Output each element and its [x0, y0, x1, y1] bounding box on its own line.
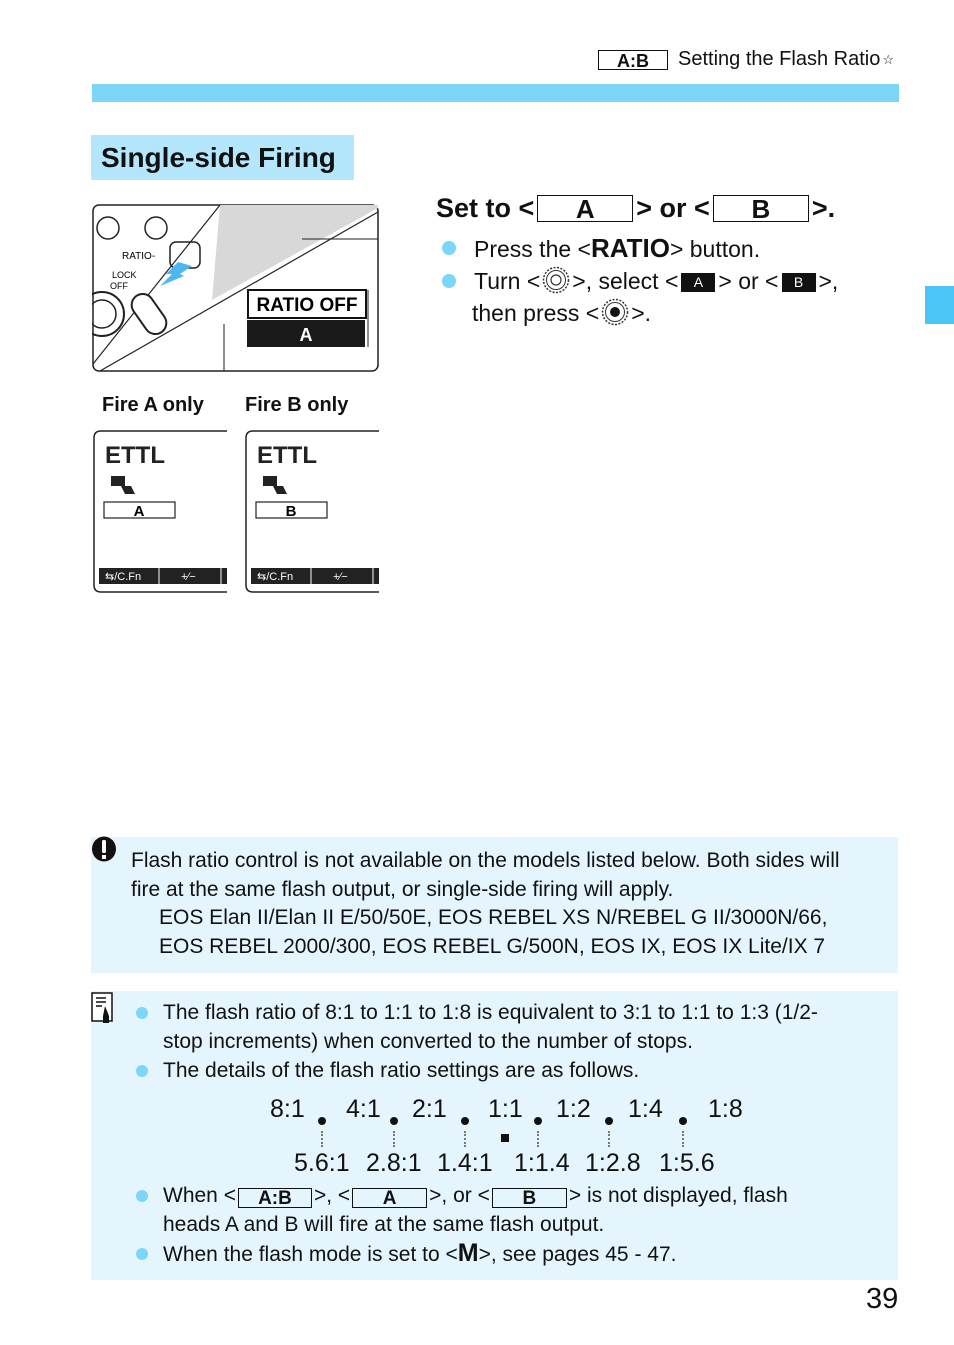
flash-unit-illustration: RATIO- LOCK OFF RATIO OFF A — [79, 204, 379, 372]
star-icon: ☆ — [882, 51, 894, 67]
ratio-full-stop: 8:1 — [270, 1095, 305, 1123]
marker-dotted-line — [682, 1131, 684, 1147]
instruction-item: Press the <RATIO> button. — [440, 232, 838, 265]
ratio-full-stop: 4:1 — [346, 1095, 381, 1123]
ratio-scale: 8:1 4:1 2:1 1:1 1:2 1:4 1:8 5.6:1 2.8:1 1.4:1 1:1.… — [250, 1095, 750, 1180]
bullet-icon — [136, 1065, 148, 1077]
group-a-box: A — [537, 195, 634, 222]
note-list: The flash ratio of 8:1 to 1:1 to 1:8 is … — [136, 998, 876, 1085]
b-box: B — [491, 1188, 567, 1208]
chapter-side-tab — [925, 286, 954, 324]
ratio-button-label: RATIO- — [122, 251, 155, 262]
header-accent-bar — [92, 84, 899, 102]
half-stop-marker — [534, 1117, 542, 1125]
slave-icon — [111, 476, 125, 486]
ratio-half-stop: 5.6:1 — [294, 1149, 350, 1177]
marker-dotted-line — [537, 1131, 539, 1147]
page-header: A:B Setting the Flash Ratio ☆ — [598, 48, 894, 71]
half-stop-marker — [390, 1117, 398, 1125]
lcd-group: B — [286, 503, 297, 520]
select-dial-icon — [543, 266, 570, 294]
model-list: EOS REBEL 2000/300, EOS REBEL G/500N, EO… — [159, 934, 826, 958]
ab-mode-badge: A:B — [598, 49, 668, 70]
ratio-half-stop: 1:2.8 — [585, 1149, 641, 1177]
ratio-half-stop: 2.8:1 — [366, 1149, 422, 1177]
lcd-group: A — [134, 503, 145, 520]
header-title: Setting the Flash Ratio — [678, 48, 881, 70]
bullet-icon — [136, 1190, 148, 1202]
half-stop-marker — [679, 1117, 687, 1125]
svg-text:⇆/C.Fn: ⇆/C.Fn — [105, 571, 141, 583]
lcd-mode: ETTL — [257, 442, 317, 469]
svg-text:+⁄−: +⁄− — [181, 571, 196, 583]
step-instructions: Press the <RATIO> button. Turn < >, selec… — [440, 232, 838, 329]
step-heading: Set to < A > or < B >. — [436, 193, 836, 224]
lcd-panel-a: ETTL A ⇆/C.Fn +⁄− — [93, 430, 227, 593]
memo-icon — [91, 992, 113, 1023]
marker-dotted-line — [393, 1131, 395, 1147]
caution-text: Flash ratio control is not available on … — [131, 847, 891, 961]
select-button-icon — [601, 298, 629, 326]
group-b-tag: B — [781, 273, 816, 292]
note-item: When the flash mode is set to <M>, see p… — [136, 1239, 876, 1269]
group-a-tag: A — [681, 273, 716, 292]
bullet-icon — [136, 1248, 148, 1260]
ratio-half-stop: 1.4:1 — [437, 1149, 493, 1177]
svg-text:⇆/C.Fn: ⇆/C.Fn — [257, 571, 293, 583]
ratio-full-stop: 2:1 — [412, 1095, 447, 1123]
svg-text:LOCK: LOCK — [112, 270, 137, 280]
bullet-icon — [442, 274, 456, 288]
marker-dotted-line — [608, 1131, 610, 1147]
lcd-mode: ETTL — [105, 442, 165, 469]
ratio-full-stop: 1:4 — [628, 1095, 663, 1123]
marker-dotted-line — [464, 1131, 466, 1147]
note-item: The details of the flash ratio settings … — [136, 1056, 876, 1085]
half-stop-marker — [318, 1117, 326, 1125]
caution-icon — [92, 836, 116, 862]
lcd-caption-b: Fire B only — [245, 394, 349, 416]
note-list-2: When < A:B >, < A >, or < B > is not displayed… — [136, 1181, 876, 1269]
instruction-item: Turn < >, select < A > or < B >, — [440, 265, 838, 297]
model-list: EOS Elan II/Elan II E/50/50E, EOS REBEL … — [159, 906, 828, 929]
note-item: The flash ratio of 8:1 to 1:1 to 1:8 is … — [136, 998, 876, 1056]
ratio-half-stop: 1:5.6 — [659, 1149, 715, 1177]
svg-text:RATIO OFF: RATIO OFF — [257, 295, 358, 316]
bullet-icon — [136, 1007, 148, 1019]
ratio-button-ref: RATIO — [590, 233, 670, 263]
section-title: Single-side Firing — [91, 135, 354, 180]
flash-unit-drawing: RATIO- LOCK OFF RATIO OFF A — [79, 204, 379, 372]
svg-text:OFF: OFF — [110, 281, 128, 291]
bullet-icon — [442, 241, 456, 255]
center-marker — [501, 1134, 509, 1142]
ratio-full-stop: 1:8 — [708, 1095, 743, 1123]
ratio-full-stop: 1:1 — [488, 1095, 523, 1123]
instruction-continuation: then press < >. — [472, 298, 652, 326]
group-b-box: B — [712, 195, 809, 222]
half-stop-marker — [461, 1117, 469, 1125]
lcd-panel-b: ETTL B ⇆/C.Fn +⁄− — [245, 430, 379, 593]
marker-dotted-line — [321, 1131, 323, 1147]
ab-box: A:B — [237, 1188, 312, 1208]
a-box: A — [352, 1188, 428, 1208]
manual-mode-icon: M — [457, 1239, 479, 1267]
slave-icon — [263, 476, 277, 486]
page-number: 39 — [866, 1283, 899, 1315]
lcd-caption-a: Fire A only — [102, 394, 204, 416]
ratio-half-stop: 1:1.4 — [514, 1149, 570, 1177]
svg-text:+⁄−: +⁄− — [333, 571, 348, 583]
half-stop-marker — [605, 1117, 613, 1125]
ratio-full-stop: 1:2 — [556, 1095, 591, 1123]
note-item: When < A:B >, < A >, or < B > is not displayed… — [136, 1181, 876, 1239]
svg-text:A: A — [300, 325, 313, 345]
